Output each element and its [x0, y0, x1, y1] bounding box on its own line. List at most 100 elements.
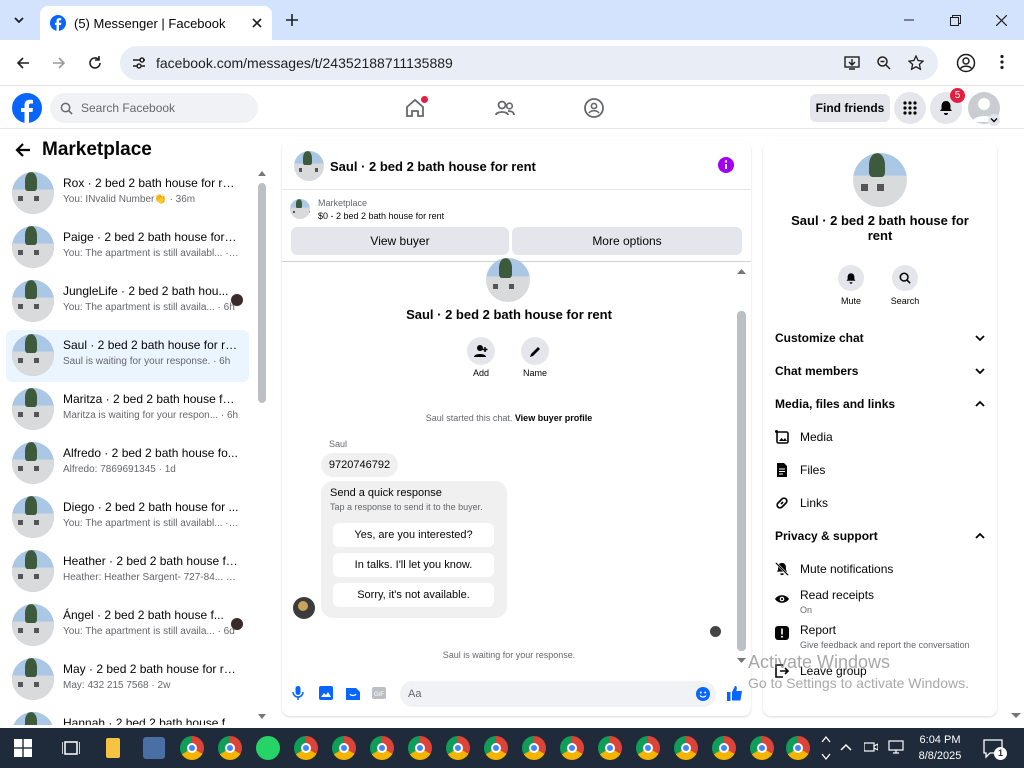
- find-friends-button[interactable]: Find friends: [810, 94, 890, 122]
- attach-photo-button[interactable]: [319, 686, 333, 700]
- view-buyer-button[interactable]: View buyer: [291, 227, 509, 255]
- chrome-icon[interactable]: [522, 736, 546, 760]
- network-icon-button[interactable]: [888, 740, 904, 754]
- mute-button[interactable]: [838, 265, 864, 291]
- chat-header-title[interactable]: Saul · 2 bed 2 bath house for rent: [330, 159, 536, 174]
- quick-response-button[interactable]: Yes, are you interested?: [333, 523, 494, 547]
- nav-groups[interactable]: [583, 97, 605, 119]
- profile-button[interactable]: [956, 53, 976, 73]
- account-chevron[interactable]: [988, 114, 1000, 126]
- view-buyer-profile-link[interactable]: View buyer profile: [515, 413, 592, 423]
- close-window-button[interactable]: [978, 0, 1024, 40]
- read-receipts-row[interactable]: Read receipts On: [775, 588, 985, 615]
- conversation-item[interactable]: Ángel · 2 bed 2 bath house f... You: The …: [6, 600, 249, 652]
- chrome-icon[interactable]: [598, 736, 622, 760]
- taskbar-scroll[interactable]: [820, 732, 832, 764]
- chrome-icon[interactable]: [786, 736, 810, 760]
- chat-header-avatar[interactable]: [294, 151, 324, 181]
- conversation-item[interactable]: JungleLife · 2 bed 2 bath hou... You: The…: [6, 276, 249, 328]
- forward-button[interactable]: [44, 48, 74, 78]
- customize-chat-row[interactable]: Customize chat: [775, 331, 985, 345]
- notifications-button[interactable]: 5: [930, 88, 965, 124]
- conversation-item[interactable]: May · 2 bed 2 bath house for rent May: 43…: [6, 654, 249, 706]
- chrome-icon[interactable]: [560, 736, 584, 760]
- gif-button[interactable]: GIF: [372, 686, 386, 700]
- new-tab-button[interactable]: [282, 10, 302, 30]
- chrome-icon[interactable]: [484, 736, 508, 760]
- conversation-item[interactable]: Rox · 2 bed 2 bath house for rent You: IN…: [6, 168, 249, 220]
- name-button[interactable]: [521, 337, 549, 365]
- minimize-button[interactable]: [886, 0, 932, 40]
- zoom-icon[interactable]: [876, 55, 892, 71]
- site-settings-icon[interactable]: [132, 56, 146, 70]
- facebook-logo[interactable]: [12, 93, 42, 123]
- media-row[interactable]: Media: [775, 430, 985, 444]
- browser-tab[interactable]: (5) Messenger | Facebook: [40, 6, 272, 40]
- add-button[interactable]: [467, 337, 495, 365]
- files-row[interactable]: Files: [775, 463, 985, 477]
- privacy-support-row[interactable]: Privacy & support: [775, 529, 985, 543]
- chrome-icon[interactable]: [408, 736, 432, 760]
- back-arrow-button[interactable]: [14, 141, 32, 159]
- quick-response-button[interactable]: Sorry, it's not available.: [333, 583, 494, 607]
- tray-app-icon[interactable]: [864, 740, 878, 754]
- clock[interactable]: 6:04 PM 8/8/2025: [910, 732, 970, 764]
- conversation-item[interactable]: Heather · 2 bed 2 bath house fo... Heathe…: [6, 546, 249, 598]
- sender-avatar[interactable]: [293, 597, 315, 619]
- chat-scrollbar[interactable]: [737, 267, 746, 667]
- mute-notifications-row[interactable]: Mute notifications: [775, 562, 985, 576]
- chat-info-button[interactable]: [718, 157, 734, 173]
- menu-button[interactable]: [894, 92, 926, 124]
- more-options-button[interactable]: More options: [512, 227, 742, 255]
- message-input[interactable]: Aa: [400, 681, 716, 707]
- leave-group-row[interactable]: Leave group: [775, 664, 985, 678]
- conversation-scrollbar[interactable]: [258, 169, 266, 719]
- quick-response-button[interactable]: In talks. I'll let you know.: [333, 553, 494, 577]
- links-row[interactable]: Links: [775, 496, 985, 510]
- tray-chevron[interactable]: [840, 742, 852, 754]
- nav-home[interactable]: [404, 96, 428, 119]
- chrome-icon[interactable]: [180, 736, 204, 760]
- bookmark-star-icon[interactable]: [908, 55, 924, 71]
- chrome-icon[interactable]: [446, 736, 470, 760]
- listing-title[interactable]: $0 - 2 bed 2 bath house for rent: [318, 211, 444, 221]
- chrome-icon[interactable]: [218, 736, 242, 760]
- whatsapp-icon[interactable]: [256, 736, 280, 760]
- message-bubble[interactable]: 9720746792: [321, 453, 398, 477]
- conversation-item[interactable]: Maritza · 2 bed 2 bath house fo... Maritz…: [6, 384, 249, 436]
- taskbar-app-button[interactable]: [143, 737, 165, 759]
- chat-members-row[interactable]: Chat members: [775, 364, 985, 378]
- page-scroll-down[interactable]: [1011, 712, 1021, 720]
- details-avatar[interactable]: [853, 153, 907, 207]
- conversation-item[interactable]: Diego · 2 bed 2 bath house for ... You: T…: [6, 492, 249, 544]
- address-bar[interactable]: facebook.com/messages/t/2435218871113588…: [120, 46, 938, 80]
- chrome-icon[interactable]: [750, 736, 774, 760]
- chat-profile-avatar[interactable]: [486, 258, 530, 302]
- listing-thumbnail[interactable]: [290, 199, 310, 219]
- reload-button[interactable]: [80, 48, 110, 78]
- like-button[interactable]: [727, 685, 743, 701]
- media-files-links-row[interactable]: Media, files and links: [775, 397, 985, 411]
- restore-button[interactable]: [932, 0, 978, 40]
- chrome-icon[interactable]: [332, 736, 356, 760]
- close-tab-icon[interactable]: [252, 18, 262, 28]
- emoji-icon[interactable]: [696, 687, 710, 701]
- browser-menu-button[interactable]: [994, 54, 1010, 70]
- conversation-item[interactable]: Hannah · 2 bed 2 bath house fo...: [6, 708, 249, 725]
- scrollbar-thumb[interactable]: [258, 183, 266, 403]
- start-button[interactable]: [14, 739, 32, 757]
- notification-center-button[interactable]: 1: [982, 737, 1007, 760]
- chat-scrollbar-thumb[interactable]: [737, 311, 746, 651]
- conversation-item[interactable]: Saul · 2 bed 2 bath house for rent Saul i…: [6, 330, 249, 382]
- report-row[interactable]: Report Give feedback and report the conv…: [775, 623, 985, 650]
- chrome-icon[interactable]: [636, 736, 660, 760]
- install-app-icon[interactable]: [844, 55, 860, 71]
- facebook-search-input[interactable]: Search Facebook: [50, 93, 258, 123]
- conversation-item[interactable]: Alfredo · 2 bed 2 bath house fo... Alfred…: [6, 438, 249, 490]
- back-button[interactable]: [8, 48, 38, 78]
- sticker-button[interactable]: [346, 686, 360, 700]
- file-explorer-button[interactable]: [106, 738, 120, 758]
- chrome-icon[interactable]: [674, 736, 698, 760]
- chrome-icon[interactable]: [712, 736, 736, 760]
- voice-clip-button[interactable]: [292, 686, 304, 700]
